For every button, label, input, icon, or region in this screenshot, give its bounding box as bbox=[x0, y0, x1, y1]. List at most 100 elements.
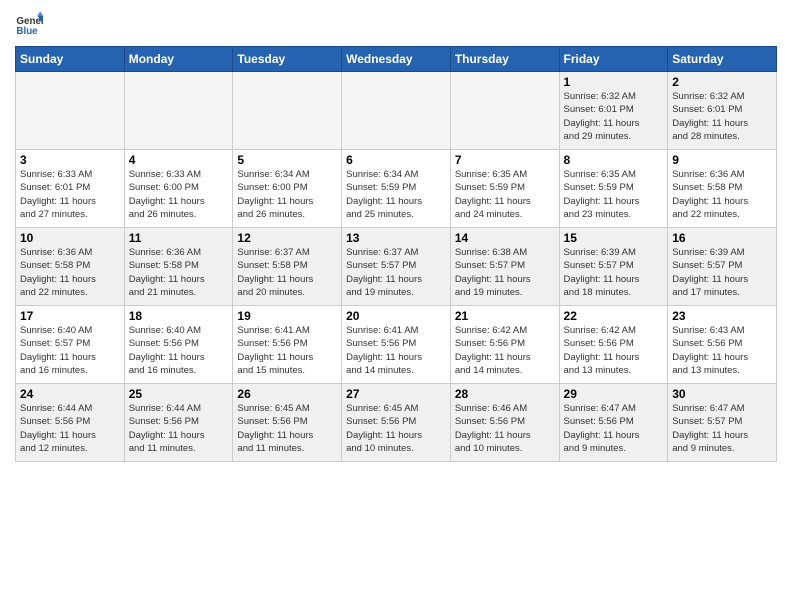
calendar-table: SundayMondayTuesdayWednesdayThursdayFrid… bbox=[15, 46, 777, 462]
day-info: Sunrise: 6:33 AM Sunset: 6:00 PM Dayligh… bbox=[129, 168, 229, 221]
day-info: Sunrise: 6:46 AM Sunset: 5:56 PM Dayligh… bbox=[455, 402, 555, 455]
day-info: Sunrise: 6:38 AM Sunset: 5:57 PM Dayligh… bbox=[455, 246, 555, 299]
day-info: Sunrise: 6:36 AM Sunset: 5:58 PM Dayligh… bbox=[672, 168, 772, 221]
day-info: Sunrise: 6:41 AM Sunset: 5:56 PM Dayligh… bbox=[346, 324, 446, 377]
header-friday: Friday bbox=[559, 47, 668, 72]
day-info: Sunrise: 6:32 AM Sunset: 6:01 PM Dayligh… bbox=[672, 90, 772, 143]
day-info: Sunrise: 6:34 AM Sunset: 5:59 PM Dayligh… bbox=[346, 168, 446, 221]
calendar-week-2: 10Sunrise: 6:36 AM Sunset: 5:58 PM Dayli… bbox=[16, 228, 777, 306]
calendar-cell: 9Sunrise: 6:36 AM Sunset: 5:58 PM Daylig… bbox=[668, 150, 777, 228]
header-sunday: Sunday bbox=[16, 47, 125, 72]
day-number: 5 bbox=[237, 153, 337, 167]
day-number: 10 bbox=[20, 231, 120, 245]
calendar-header-row: SundayMondayTuesdayWednesdayThursdayFrid… bbox=[16, 47, 777, 72]
day-info: Sunrise: 6:44 AM Sunset: 5:56 PM Dayligh… bbox=[129, 402, 229, 455]
day-info: Sunrise: 6:45 AM Sunset: 5:56 PM Dayligh… bbox=[346, 402, 446, 455]
day-info: Sunrise: 6:45 AM Sunset: 5:56 PM Dayligh… bbox=[237, 402, 337, 455]
day-info: Sunrise: 6:39 AM Sunset: 5:57 PM Dayligh… bbox=[564, 246, 664, 299]
day-number: 7 bbox=[455, 153, 555, 167]
main-container: General Blue SundayMondayTuesdayWednesda… bbox=[0, 0, 792, 472]
day-info: Sunrise: 6:42 AM Sunset: 5:56 PM Dayligh… bbox=[564, 324, 664, 377]
day-number: 24 bbox=[20, 387, 120, 401]
calendar-cell: 16Sunrise: 6:39 AM Sunset: 5:57 PM Dayli… bbox=[668, 228, 777, 306]
day-number: 25 bbox=[129, 387, 229, 401]
calendar-cell bbox=[124, 72, 233, 150]
day-number: 11 bbox=[129, 231, 229, 245]
calendar-cell bbox=[342, 72, 451, 150]
calendar-week-4: 24Sunrise: 6:44 AM Sunset: 5:56 PM Dayli… bbox=[16, 384, 777, 462]
day-number: 17 bbox=[20, 309, 120, 323]
day-number: 26 bbox=[237, 387, 337, 401]
calendar-cell: 26Sunrise: 6:45 AM Sunset: 5:56 PM Dayli… bbox=[233, 384, 342, 462]
day-info: Sunrise: 6:36 AM Sunset: 5:58 PM Dayligh… bbox=[129, 246, 229, 299]
header-saturday: Saturday bbox=[668, 47, 777, 72]
day-info: Sunrise: 6:36 AM Sunset: 5:58 PM Dayligh… bbox=[20, 246, 120, 299]
calendar-cell: 6Sunrise: 6:34 AM Sunset: 5:59 PM Daylig… bbox=[342, 150, 451, 228]
calendar-cell: 8Sunrise: 6:35 AM Sunset: 5:59 PM Daylig… bbox=[559, 150, 668, 228]
calendar-cell bbox=[233, 72, 342, 150]
calendar-cell: 27Sunrise: 6:45 AM Sunset: 5:56 PM Dayli… bbox=[342, 384, 451, 462]
day-number: 21 bbox=[455, 309, 555, 323]
header-thursday: Thursday bbox=[450, 47, 559, 72]
day-number: 4 bbox=[129, 153, 229, 167]
day-info: Sunrise: 6:43 AM Sunset: 5:56 PM Dayligh… bbox=[672, 324, 772, 377]
calendar-cell: 7Sunrise: 6:35 AM Sunset: 5:59 PM Daylig… bbox=[450, 150, 559, 228]
day-info: Sunrise: 6:42 AM Sunset: 5:56 PM Dayligh… bbox=[455, 324, 555, 377]
calendar-cell: 22Sunrise: 6:42 AM Sunset: 5:56 PM Dayli… bbox=[559, 306, 668, 384]
calendar-cell: 2Sunrise: 6:32 AM Sunset: 6:01 PM Daylig… bbox=[668, 72, 777, 150]
calendar-cell: 25Sunrise: 6:44 AM Sunset: 5:56 PM Dayli… bbox=[124, 384, 233, 462]
calendar-cell: 21Sunrise: 6:42 AM Sunset: 5:56 PM Dayli… bbox=[450, 306, 559, 384]
header-monday: Monday bbox=[124, 47, 233, 72]
day-number: 20 bbox=[346, 309, 446, 323]
day-info: Sunrise: 6:47 AM Sunset: 5:56 PM Dayligh… bbox=[564, 402, 664, 455]
day-number: 29 bbox=[564, 387, 664, 401]
calendar-cell: 28Sunrise: 6:46 AM Sunset: 5:56 PM Dayli… bbox=[450, 384, 559, 462]
calendar-cell: 24Sunrise: 6:44 AM Sunset: 5:56 PM Dayli… bbox=[16, 384, 125, 462]
calendar-week-1: 3Sunrise: 6:33 AM Sunset: 6:01 PM Daylig… bbox=[16, 150, 777, 228]
day-info: Sunrise: 6:34 AM Sunset: 6:00 PM Dayligh… bbox=[237, 168, 337, 221]
day-number: 14 bbox=[455, 231, 555, 245]
day-number: 9 bbox=[672, 153, 772, 167]
day-info: Sunrise: 6:33 AM Sunset: 6:01 PM Dayligh… bbox=[20, 168, 120, 221]
day-number: 3 bbox=[20, 153, 120, 167]
calendar-cell: 5Sunrise: 6:34 AM Sunset: 6:00 PM Daylig… bbox=[233, 150, 342, 228]
day-number: 16 bbox=[672, 231, 772, 245]
day-number: 18 bbox=[129, 309, 229, 323]
day-info: Sunrise: 6:41 AM Sunset: 5:56 PM Dayligh… bbox=[237, 324, 337, 377]
day-number: 22 bbox=[564, 309, 664, 323]
calendar-cell: 10Sunrise: 6:36 AM Sunset: 5:58 PM Dayli… bbox=[16, 228, 125, 306]
day-info: Sunrise: 6:39 AM Sunset: 5:57 PM Dayligh… bbox=[672, 246, 772, 299]
day-number: 1 bbox=[564, 75, 664, 89]
calendar-cell: 17Sunrise: 6:40 AM Sunset: 5:57 PM Dayli… bbox=[16, 306, 125, 384]
day-number: 2 bbox=[672, 75, 772, 89]
calendar-cell bbox=[450, 72, 559, 150]
header: General Blue bbox=[15, 10, 777, 38]
day-number: 27 bbox=[346, 387, 446, 401]
day-number: 28 bbox=[455, 387, 555, 401]
svg-text:Blue: Blue bbox=[16, 26, 38, 37]
calendar-cell: 18Sunrise: 6:40 AM Sunset: 5:56 PM Dayli… bbox=[124, 306, 233, 384]
calendar-week-3: 17Sunrise: 6:40 AM Sunset: 5:57 PM Dayli… bbox=[16, 306, 777, 384]
day-info: Sunrise: 6:40 AM Sunset: 5:56 PM Dayligh… bbox=[129, 324, 229, 377]
day-info: Sunrise: 6:35 AM Sunset: 5:59 PM Dayligh… bbox=[564, 168, 664, 221]
calendar-cell: 29Sunrise: 6:47 AM Sunset: 5:56 PM Dayli… bbox=[559, 384, 668, 462]
day-number: 23 bbox=[672, 309, 772, 323]
calendar-cell: 3Sunrise: 6:33 AM Sunset: 6:01 PM Daylig… bbox=[16, 150, 125, 228]
calendar-cell: 13Sunrise: 6:37 AM Sunset: 5:57 PM Dayli… bbox=[342, 228, 451, 306]
calendar-cell: 1Sunrise: 6:32 AM Sunset: 6:01 PM Daylig… bbox=[559, 72, 668, 150]
day-number: 19 bbox=[237, 309, 337, 323]
logo-icon: General Blue bbox=[15, 10, 43, 38]
day-info: Sunrise: 6:44 AM Sunset: 5:56 PM Dayligh… bbox=[20, 402, 120, 455]
calendar-cell: 19Sunrise: 6:41 AM Sunset: 5:56 PM Dayli… bbox=[233, 306, 342, 384]
logo: General Blue bbox=[15, 10, 47, 38]
calendar-cell bbox=[16, 72, 125, 150]
calendar-cell: 15Sunrise: 6:39 AM Sunset: 5:57 PM Dayli… bbox=[559, 228, 668, 306]
header-tuesday: Tuesday bbox=[233, 47, 342, 72]
day-number: 12 bbox=[237, 231, 337, 245]
day-number: 6 bbox=[346, 153, 446, 167]
day-info: Sunrise: 6:35 AM Sunset: 5:59 PM Dayligh… bbox=[455, 168, 555, 221]
day-info: Sunrise: 6:47 AM Sunset: 5:57 PM Dayligh… bbox=[672, 402, 772, 455]
calendar-cell: 14Sunrise: 6:38 AM Sunset: 5:57 PM Dayli… bbox=[450, 228, 559, 306]
day-number: 13 bbox=[346, 231, 446, 245]
calendar-cell: 23Sunrise: 6:43 AM Sunset: 5:56 PM Dayli… bbox=[668, 306, 777, 384]
